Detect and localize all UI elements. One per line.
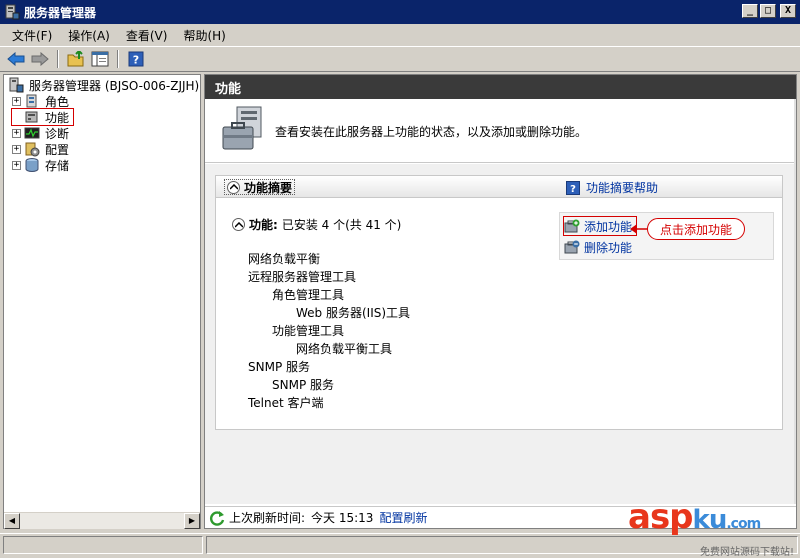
help-icon: ? [566,180,580,195]
details-pane: 功能 查看安装在此服务器上功能的状态，以及添加或删除功能。 功能摘要 ? 功能摘… [204,74,797,529]
help-icon: ? [128,51,144,67]
features-summary-section: 功能摘要 ? 功能摘要帮助 功能: 已安装 4 个(共 41 个) 网络负载平衡 [215,175,783,430]
last-refresh-time: 今天 15:13 [311,511,374,525]
tree-item-features-label: 功能 [45,110,70,125]
menu-bar: 文件(F) 操作(A) 查看(V) 帮助(H) [0,24,800,46]
feature-item: 功能管理工具 [272,324,345,338]
menu-action[interactable]: 操作(A) [60,27,118,44]
watermark-brand-b: ku [692,505,728,535]
watermark-brand-a: asp [628,497,694,537]
features-summary-header: 功能摘要 ? 功能摘要帮助 [216,176,782,198]
feature-item: 网络负载平衡工具 [296,342,393,356]
configuration-icon [24,141,40,157]
toolbar: ? [0,46,800,72]
configure-refresh-link[interactable]: 配置刷新 [379,509,427,526]
back-button[interactable] [6,49,26,69]
help-button[interactable]: ? [126,49,146,69]
tree-item-diagnostics[interactable]: + 诊断 [12,125,71,141]
tree-root-label: 服务器管理器 (BJSO-006-ZJJH) [29,78,200,93]
menu-file[interactable]: 文件(F) [4,27,60,44]
server-manager-icon [8,77,24,93]
watermark-brand-c: .com [726,516,761,532]
features-summary-help-link[interactable]: ? 功能摘要帮助 [566,179,658,196]
diagnostics-icon [24,125,40,141]
remove-features-label: 删除功能 [584,240,633,255]
feature-item: SNMP 服务 [272,378,334,392]
up-folder-icon [67,51,84,67]
tree-item-diagnostics-label: 诊断 [45,126,70,141]
feature-item: 网络负载平衡 [248,252,321,266]
intro-description: 查看安装在此服务器上功能的状态，以及添加或删除功能。 [275,125,588,139]
feature-item: 远程服务器管理工具 [248,270,357,284]
help-link-label: 功能摘要帮助 [586,181,659,195]
status-cell [3,535,203,554]
feature-item: SNMP 服务 [248,360,310,374]
maximize-button[interactable]: □ [760,4,776,18]
tree-item-storage[interactable]: + 存储 [12,157,71,173]
toolbox-server-icon [222,106,262,150]
add-features-link[interactable]: 添加功能 [562,216,638,236]
tree-horizontal-scrollbar[interactable]: ◀ ▶ [4,512,200,529]
svg-text:?: ? [570,184,576,195]
toolbar-separator [57,50,59,68]
scroll-right-button[interactable]: ▶ [184,512,200,529]
add-features-label: 添加功能 [584,219,633,234]
show-hide-tree-icon [91,51,109,67]
vertical-scrollbar[interactable] [794,99,796,504]
back-arrow-icon [7,52,25,66]
scroll-left-button[interactable]: ◀ [4,512,20,529]
tree-item-roles[interactable]: + 角色 [12,93,71,109]
close-button[interactable]: X [780,4,796,18]
features-summary-toggle[interactable]: 功能摘要 [224,179,296,195]
show-hide-tree-button[interactable] [90,49,110,69]
window-title: 服务器管理器 [24,5,97,20]
feature-item: Telnet 客户端 [248,396,324,410]
navigation-tree: 服务器管理器 (BJSO-006-ZJJH) + 角色 功能 + 诊断 + 配置… [3,74,201,529]
toolbar-separator [117,50,119,68]
feature-item: 角色管理工具 [272,288,345,302]
annotation-callout: 点击添加功能 [647,218,745,240]
tree-item-features[interactable]: 功能 [10,108,75,126]
features-icon [24,109,40,125]
features-installed-count: 已安装 4 个(共 41 个) [281,218,402,232]
tree-item-storage-label: 存储 [45,158,70,173]
expand-storage-toggle[interactable]: + [12,160,21,170]
forward-arrow-icon [31,52,49,66]
tree-item-roles-label: 角色 [45,94,70,109]
intro-band: 查看安装在此服务器上功能的状态，以及添加或删除功能。 [205,99,796,163]
feature-item: Web 服务器(IIS)工具 [296,306,411,320]
expand-diagnostics-toggle[interactable]: + [12,128,21,138]
features-summary-title: 功能摘要 [244,180,293,195]
expand-configuration-toggle[interactable]: + [12,144,21,154]
storage-icon [24,157,40,173]
expand-roles-toggle[interactable]: + [12,96,21,106]
features-label: 功能: [249,218,278,232]
roles-icon [24,93,40,109]
collapse-chevron-icon [227,180,240,194]
menu-view[interactable]: 查看(V) [118,27,176,44]
tree-root[interactable]: 服务器管理器 (BJSO-006-ZJJH) [8,77,201,93]
server-manager-window: 服务器管理器 _ □ X 文件(F) 操作(A) 查看(V) 帮助(H) ? 服… [0,0,800,558]
scroll-track[interactable] [20,512,184,529]
features-collapse-toggle[interactable] [232,218,245,231]
remove-features-link[interactable]: 删除功能 [564,238,632,256]
features-subheader: 功能: 已安装 4 个(共 41 个) [232,216,401,233]
last-refresh-label: 上次刷新时间: [229,511,306,525]
pane-header-title: 功能 [205,75,796,99]
remove-feature-icon [564,239,580,255]
tree-item-configuration-label: 配置 [45,142,70,157]
add-feature-icon [564,218,580,234]
tree-item-configuration[interactable]: + 配置 [12,141,71,157]
watermark-logo: aspku.com [628,498,798,543]
svg-text:?: ? [133,54,139,67]
menu-help[interactable]: 帮助(H) [175,27,233,44]
minimize-button[interactable]: _ [742,4,758,18]
title-bar: 服务器管理器 _ □ X [0,0,800,24]
refresh-icon [209,510,225,526]
watermark-subtitle: 免费网站源码下载站! [699,547,794,558]
watermark: aspku.com 免费网站源码下载站! [628,498,798,558]
up-level-button[interactable] [66,49,86,69]
server-manager-app-icon [5,4,20,20]
forward-button[interactable] [30,49,50,69]
